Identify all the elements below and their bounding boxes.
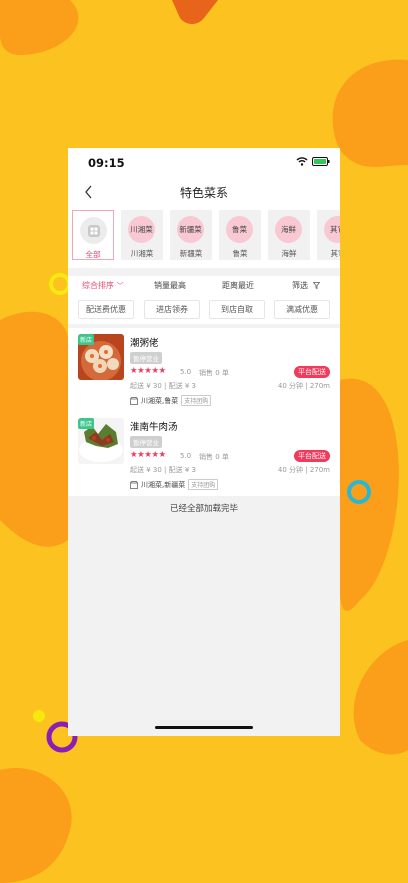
shop-cuisines: 川湘菜,鲁菜 支持团购 xyxy=(130,395,212,406)
battery-icon xyxy=(312,157,330,166)
category-all[interactable]: 全部 xyxy=(72,210,114,260)
filter-bar: 综合排序 ﹀ 销量最高 距离最近 筛选 配送费优惠 进店领券 到店自取 满减优惠 xyxy=(68,276,340,324)
time-distance: 40 分钟 | 270m xyxy=(277,382,330,390)
cuisine-list: 川湘菜,新疆菜 xyxy=(141,480,186,489)
category-circle: 其它 xyxy=(324,216,340,243)
sales-count: 销售 0 单 xyxy=(199,369,229,377)
chip-pickup[interactable]: 到店自取 xyxy=(209,300,265,319)
shop-thumbnail: 新店 xyxy=(78,334,124,380)
funnel-icon xyxy=(312,282,320,290)
delivery-badge: 平台配送 xyxy=(294,366,330,378)
category-circle: 川湘菜 xyxy=(128,216,155,243)
group-buy-tag: 支持团购 xyxy=(188,479,219,490)
sort-composite[interactable]: 综合排序 ﹀ xyxy=(82,280,124,291)
group-buy-tag: 支持团购 xyxy=(181,395,212,406)
category-sichuan-hunan[interactable]: 川湘菜 川湘菜 xyxy=(121,210,163,260)
wifi-icon xyxy=(296,157,308,166)
shop-item[interactable]: 新店 潮粥佬 暂停营业 ★★★★★ 5.0 销售 0 单 平台配送 起送 ¥ 3… xyxy=(68,328,340,412)
min-order-fee: 起送 ¥ 30 | 配送 ¥ 3 xyxy=(130,466,196,474)
category-label: 其它 xyxy=(330,249,341,258)
rating-value: 5.0 xyxy=(180,452,192,460)
category-label: 全部 xyxy=(85,250,101,259)
end-of-list-text: 已经全部加载完毕 xyxy=(169,504,238,514)
rating-value: 5.0 xyxy=(180,368,192,376)
store-icon xyxy=(130,480,138,489)
store-icon xyxy=(130,396,138,405)
category-label: 鲁菜 xyxy=(232,249,248,258)
status-bar: 09:15 xyxy=(68,148,340,176)
cuisine-list: 川湘菜,鲁菜 xyxy=(141,396,179,405)
home-indicator xyxy=(155,726,253,729)
category-label: 川湘菜 xyxy=(130,249,154,258)
chip-store-coupon[interactable]: 进店领券 xyxy=(144,300,200,319)
sort-composite-label: 综合排序 xyxy=(82,281,114,290)
status-time: 09:15 xyxy=(88,156,125,170)
min-order-fee: 起送 ¥ 30 | 配送 ¥ 3 xyxy=(130,382,196,390)
category-circle: 海鲜 xyxy=(275,216,302,243)
category-other[interactable]: 其它 其它 xyxy=(317,210,340,260)
category-seafood[interactable]: 海鲜 海鲜 xyxy=(268,210,310,260)
phone-screen: 09:15 特色菜系 全部 川湘菜 川湘菜 新疆菜 新疆菜 鲁菜 鲁菜 海鲜 海… xyxy=(68,148,340,736)
filter-label: 筛选 xyxy=(292,281,308,290)
new-store-tag: 新店 xyxy=(78,418,95,429)
sort-sales[interactable]: 销量最高 xyxy=(154,280,186,291)
category-label: 新疆菜 xyxy=(179,249,203,258)
grid-icon xyxy=(80,217,107,244)
sort-distance[interactable]: 距离最近 xyxy=(222,280,254,291)
navigation-bar: 特色菜系 xyxy=(68,176,340,208)
category-bar: 全部 川湘菜 川湘菜 新疆菜 新疆菜 鲁菜 鲁菜 海鲜 海鲜 其它 其它 xyxy=(68,208,340,268)
status-icons xyxy=(296,157,330,166)
category-circle: 新疆菜 xyxy=(177,216,204,243)
shop-item[interactable]: 新店 淮南牛肉汤 暂停营业 ★★★★★ 5.0 销售 0 单 平台配送 起送 ¥… xyxy=(68,412,340,496)
shop-name: 淮南牛肉汤 xyxy=(130,422,178,433)
category-shandong[interactable]: 鲁菜 鲁菜 xyxy=(219,210,261,260)
category-label: 海鲜 xyxy=(281,249,297,258)
rating-stars: ★★★★★ xyxy=(130,366,166,376)
sales-count: 销售 0 单 xyxy=(199,453,229,461)
chip-full-reduction[interactable]: 满减优惠 xyxy=(274,300,330,319)
shop-name: 潮粥佬 xyxy=(130,338,159,349)
new-store-tag: 新店 xyxy=(78,334,95,345)
category-xinjiang[interactable]: 新疆菜 新疆菜 xyxy=(170,210,212,260)
chip-delivery-discount[interactable]: 配送费优惠 xyxy=(78,300,134,319)
page-title: 特色菜系 xyxy=(179,186,228,200)
shop-status-tag: 暂停营业 xyxy=(130,436,162,448)
shop-status-tag: 暂停营业 xyxy=(130,352,162,364)
category-circle: 鲁菜 xyxy=(226,216,253,243)
filter-button[interactable]: 筛选 xyxy=(292,280,320,291)
chevron-down-icon: ﹀ xyxy=(116,282,124,290)
delivery-badge: 平台配送 xyxy=(294,450,330,462)
time-distance: 40 分钟 | 270m xyxy=(277,466,330,474)
rating-stars: ★★★★★ xyxy=(130,450,166,460)
shop-cuisines: 川湘菜,新疆菜 支持团购 xyxy=(130,479,219,490)
shop-thumbnail: 新店 xyxy=(78,418,124,464)
